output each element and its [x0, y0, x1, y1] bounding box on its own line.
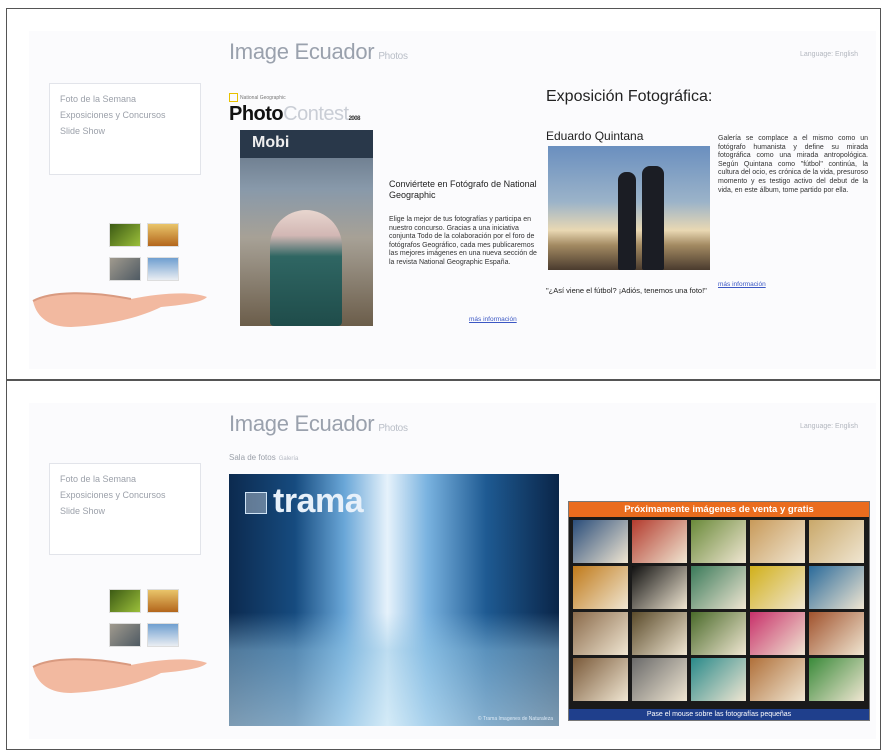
grid-header: Próximamente imágenes de venta y gratis — [569, 502, 869, 517]
nav-item-exposiciones-2[interactable]: Exposiciones y Concursos — [60, 490, 200, 502]
thumb-pyramid-2[interactable] — [147, 589, 179, 613]
grid-thumbnail[interactable] — [691, 520, 746, 563]
grid-thumbnail[interactable] — [632, 612, 687, 655]
nav-item-foto-semana-2[interactable]: Foto de la Semana — [60, 474, 200, 486]
thumb-frog-2[interactable] — [109, 589, 141, 613]
nav-item-slideshow-2[interactable]: Slide Show — [60, 506, 200, 518]
trama-logo: trama — [245, 482, 364, 521]
exposition-title: Exposición Fotográfica: — [546, 88, 713, 105]
grid-thumbnail[interactable] — [573, 658, 628, 701]
grid-thumbnail[interactable] — [750, 566, 805, 609]
top-screenshot-frame: Image Ecuador Photos Language: English Fo… — [6, 8, 881, 380]
grid-thumbnail[interactable] — [691, 566, 746, 609]
thumb-frog[interactable] — [109, 223, 141, 247]
photo-contest-more-link[interactable]: más información — [469, 316, 517, 323]
site-brand[interactable]: Image Ecuador Photos — [229, 39, 408, 65]
grid-thumbnail[interactable] — [750, 520, 805, 563]
grid-thumbnail[interactable] — [632, 658, 687, 701]
exposition-caption: "¿Así viene el fútbol? ¡Adiós, tenemos u… — [546, 286, 707, 295]
grid-thumbnail[interactable] — [573, 612, 628, 655]
language-link[interactable]: Language: English — [800, 51, 858, 58]
trama-mark-icon — [245, 492, 267, 515]
grid-thumbnail[interactable] — [809, 612, 864, 655]
sidebar-nav-2: Foto de la Semana Exposiciones y Concurs… — [49, 463, 201, 555]
grid-thumbnail[interactable] — [750, 612, 805, 655]
grid-thumbnail[interactable] — [809, 520, 864, 563]
exposition-body: Galería se complace a el mismo como un f… — [718, 135, 868, 194]
sidebar-nav: Foto de la Semana Exposiciones y Concurs… — [49, 83, 201, 175]
gallery-title: Sala de fotos Galería — [229, 453, 299, 462]
page-top: Image Ecuador Photos Language: English Fo… — [29, 31, 876, 369]
nav-item-exposiciones[interactable]: Exposiciones y Concursos — [60, 110, 200, 122]
exposition-image[interactable] — [548, 146, 710, 270]
photo-contest-logo[interactable]: PhotoContest2008 — [229, 103, 360, 126]
page-bottom: Image Ecuador Photos Language: English Fo… — [29, 403, 876, 739]
grid-thumbnail[interactable] — [632, 566, 687, 609]
thumbnail-grid-panel: Próximamente imágenes de venta y gratis … — [568, 501, 870, 721]
site-brand-2[interactable]: Image Ecuador Photos — [229, 411, 408, 437]
thumb-pyramid[interactable] — [147, 223, 179, 247]
photo-contest-image[interactable]: Mobi — [240, 130, 373, 326]
grid-thumbnail[interactable] — [691, 612, 746, 655]
grid-thumbnail[interactable] — [750, 658, 805, 701]
natgeo-badge: National Geographic — [229, 93, 286, 102]
photo-contest-heading: Conviértete en Fotógrafo de National Geo… — [389, 179, 537, 200]
language-link-2[interactable]: Language: English — [800, 423, 858, 430]
exposition-author: Eduardo Quintana — [546, 129, 644, 143]
waterfall-feature-image[interactable]: trama © Trama Imagenes de Naturaleza — [229, 474, 559, 726]
waterfall-credit: © Trama Imagenes de Naturaleza — [477, 716, 553, 722]
grid-thumbnail[interactable] — [573, 520, 628, 563]
nav-item-foto-semana[interactable]: Foto de la Semana — [60, 94, 200, 106]
grid-thumbnail[interactable] — [809, 566, 864, 609]
grid-thumbnail[interactable] — [573, 566, 628, 609]
nav-item-slideshow[interactable]: Slide Show — [60, 126, 200, 138]
bottom-screenshot-frame: Image Ecuador Photos Language: English Fo… — [6, 380, 881, 750]
exposition-more-link[interactable]: más información — [718, 281, 766, 288]
grid-thumbnail[interactable] — [691, 658, 746, 701]
hand-icon-2 — [32, 658, 207, 693]
grid-footer: Pase el mouse sobre las fotografías pequ… — [569, 709, 869, 720]
grid-thumbnail[interactable] — [809, 658, 864, 701]
hand-icon — [32, 292, 207, 327]
grid-thumbnail[interactable] — [632, 520, 687, 563]
photo-contest-body: Elige la mejor de tus fotografías y part… — [389, 216, 537, 266]
